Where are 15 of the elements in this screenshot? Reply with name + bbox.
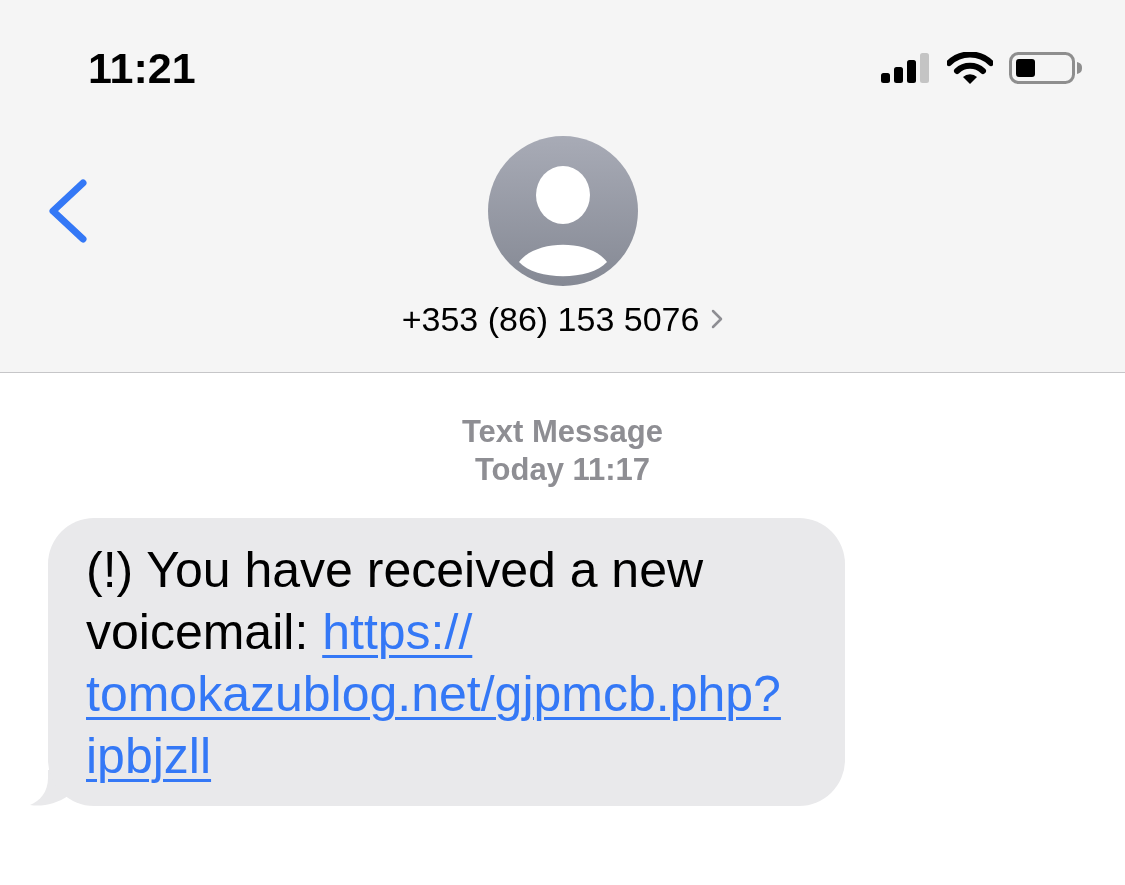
- status-time: 11:21: [88, 44, 196, 92]
- back-chevron-icon: [48, 179, 88, 243]
- chevron-right-icon: [711, 309, 724, 329]
- message-timestamp: Today 11:17: [474, 451, 651, 489]
- message-text: (!) You have received a new voicemail: https:// tomokazublog.net/gjpmcb.php? ipbjzll: [86, 541, 782, 786]
- back-button[interactable]: [48, 179, 88, 243]
- message-link[interactable]: https://: [322, 604, 473, 660]
- service-label: Text Message: [462, 413, 663, 451]
- avatar-icon: [487, 136, 638, 286]
- message-link[interactable]: tomokazublog.net/gjpmcb.php?: [86, 666, 781, 722]
- signal-icon: [881, 53, 931, 83]
- wifi-icon: [947, 52, 993, 84]
- message-link[interactable]: ipbjzll: [86, 728, 212, 784]
- battery-icon: [1009, 52, 1083, 84]
- contact-button[interactable]: +353 (86) 153 5076: [401, 299, 724, 339]
